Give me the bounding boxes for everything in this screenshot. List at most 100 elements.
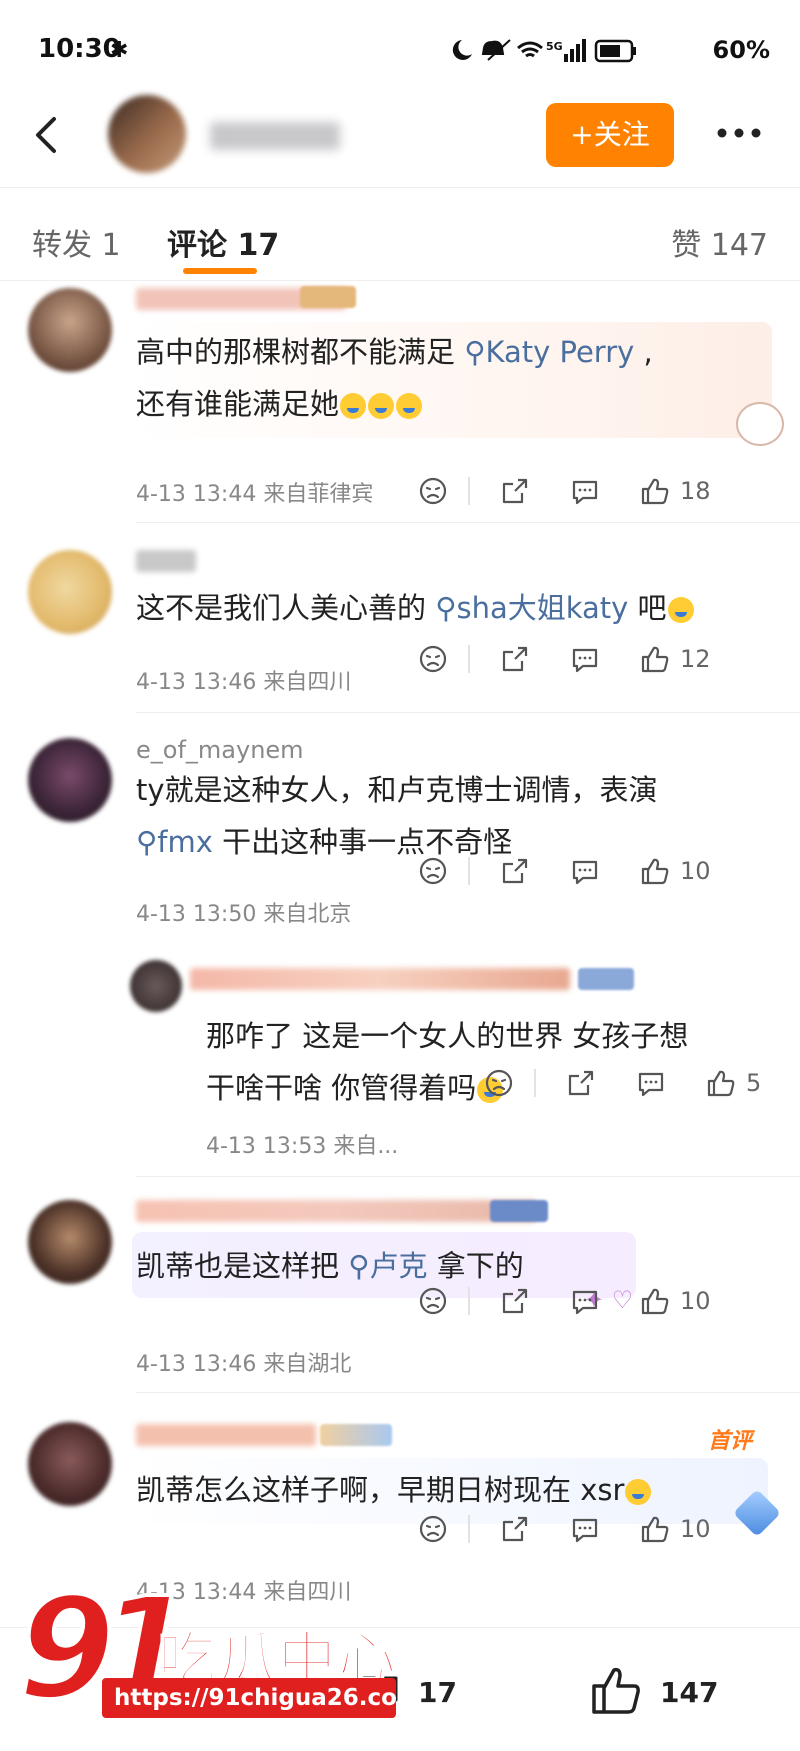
like-icon[interactable] [706, 1068, 736, 1098]
author-name[interactable] [210, 122, 340, 150]
comment-divider [136, 712, 800, 713]
reply-icon[interactable] [570, 476, 600, 506]
comment-divider [136, 1176, 800, 1177]
comment-meta: 4-13 13:44 来自菲律宾 [136, 482, 374, 507]
reply-icon[interactable] [570, 856, 600, 886]
dislike-icon[interactable] [484, 1068, 514, 1098]
comment-text-part: 凯蒂怎么这样子啊，早期日树现在 xsr [136, 1473, 625, 1507]
like-count[interactable]: 10 [680, 1287, 711, 1315]
comment-text-line2: ⚲fmx 干出这种事一点不奇怪 [136, 816, 512, 868]
comment-meta: 4-13 13:50 来自北京 [136, 902, 352, 927]
action-separator [468, 1515, 470, 1543]
comment-count[interactable]: 17 [418, 1676, 457, 1709]
tab-repost[interactable]: 转发 1 [32, 220, 121, 264]
topic-link[interactable]: ⚲fmx [136, 825, 213, 859]
like-icon[interactable] [640, 644, 670, 674]
decoration-sticker-icon [736, 402, 784, 446]
reply-icon[interactable] [636, 1068, 666, 1098]
author-avatar[interactable] [108, 95, 186, 173]
share-icon[interactable] [500, 856, 530, 886]
like-icon[interactable] [588, 1662, 644, 1718]
like-count[interactable]: 18 [680, 477, 711, 505]
action-separator [468, 1287, 470, 1315]
action-separator [468, 857, 470, 885]
fan-badge [578, 968, 634, 990]
more-icon[interactable] [714, 124, 764, 142]
comment-text-line2: 还有谁能满足她 [136, 378, 423, 430]
commenter-name-text[interactable]: e_of_maynem [136, 736, 304, 764]
comment-text: 凯蒂怎么这样子啊，早期日树现在 xsr [136, 1464, 652, 1516]
comment-divider [136, 1392, 800, 1393]
avatar[interactable] [130, 960, 182, 1012]
comment-text-part: 还有谁能满足她 [136, 387, 340, 421]
back-icon[interactable] [30, 115, 60, 155]
comment-text-part: 这不是我们人美心善的 [136, 591, 436, 625]
reply-icon[interactable] [570, 1286, 600, 1316]
dislike-icon[interactable] [418, 476, 448, 506]
commenter-name[interactable] [136, 550, 196, 572]
comment-text-part: 干啥干啥 你管得着吗 [206, 1071, 477, 1105]
comment-text: 凯蒂也是这样把 ⚲卢克 拿下的 [136, 1240, 524, 1292]
commenter-name[interactable] [136, 1200, 536, 1222]
comment-text-part: 那咋了 这是一个女人的世界 女孩子想 [206, 1019, 689, 1053]
tab-likes[interactable]: 赞 147 [671, 220, 768, 264]
topic-link[interactable]: ⚲sha大姐katy [435, 591, 628, 625]
dislike-icon[interactable] [418, 856, 448, 886]
like-count[interactable]: 10 [680, 857, 711, 885]
avatar[interactable] [28, 738, 112, 822]
like-icon[interactable] [640, 1286, 670, 1316]
fan-badge [490, 1200, 548, 1222]
share-icon[interactable] [500, 1286, 530, 1316]
reply-icon[interactable] [570, 644, 600, 674]
topic-link[interactable]: ⚲Katy Perry [464, 335, 634, 369]
share-icon[interactable] [500, 476, 530, 506]
like-count[interactable]: 147 [660, 1676, 718, 1709]
like-icon[interactable] [640, 476, 670, 506]
comment-text-line2: 干啥干啥 你管得着吗 [206, 1062, 504, 1114]
share-icon[interactable] [566, 1068, 596, 1098]
comment-text-part: 拿下的 [427, 1249, 524, 1283]
like-count[interactable]: 12 [680, 645, 711, 673]
follow-button[interactable]: +关注 [546, 103, 674, 167]
topic-link[interactable]: ⚲卢克 [348, 1249, 427, 1283]
status-time: 10:30 [38, 34, 121, 64]
comment-meta: 4-13 13:46 来自四川 [136, 670, 352, 695]
fan-badge [320, 1424, 392, 1446]
tab-active-indicator [183, 268, 257, 274]
like-count[interactable]: 5 [746, 1069, 761, 1097]
fan-badge [300, 286, 356, 308]
share-icon[interactable] [500, 1514, 530, 1544]
comment-divider [136, 522, 800, 523]
bluetooth-icon: ✱ [110, 38, 129, 63]
avatar[interactable] [28, 288, 112, 372]
commenter-name[interactable] [190, 968, 570, 990]
dislike-icon[interactable] [418, 644, 448, 674]
reply-icon[interactable] [570, 1514, 600, 1544]
tab-comments[interactable]: 评论 17 [167, 220, 279, 264]
commenter-name[interactable] [136, 1424, 316, 1446]
like-icon[interactable] [640, 856, 670, 886]
comment-text: 高中的那棵树都不能满足 ⚲Katy Perry , [136, 326, 653, 378]
dislike-icon[interactable] [418, 1286, 448, 1316]
topic-name[interactable]: fmx [157, 825, 213, 859]
comment-item: e_of_maynem ty就是这种女人，和卢克博士调情，表演 ⚲fmx 干出这… [0, 728, 800, 936]
commenter-name[interactable]: e_of_maynem [136, 736, 304, 764]
battery-percent: 60% [712, 36, 770, 64]
topic-name[interactable]: Katy Perry [485, 335, 634, 369]
comment-meta: 4-13 13:53 来自... [206, 1134, 399, 1159]
like-count[interactable]: 10 [680, 1515, 711, 1543]
laugh-cry-emoji-icon [340, 393, 367, 419]
avatar[interactable] [28, 550, 112, 634]
topic-name[interactable]: 卢克 [369, 1249, 427, 1283]
like-icon[interactable] [640, 1514, 670, 1544]
comment-text-part: 干出这种事一点不奇怪 [212, 825, 513, 859]
reply-item: 那咋了 这是一个女人的世界 女孩子想 干啥干啥 你管得着吗 4-13 13:53… [0, 940, 800, 1162]
status-icons: 5G [448, 36, 638, 64]
avatar[interactable] [28, 1200, 112, 1284]
comment-text-part: ty就是这种女人，和卢克博士调情，表演 [136, 773, 658, 807]
topic-name[interactable]: sha大姐katy [456, 591, 628, 625]
avatar[interactable] [28, 1422, 112, 1506]
comment-text-part: 高中的那棵树都不能满足 [136, 335, 465, 369]
dislike-icon[interactable] [418, 1514, 448, 1544]
share-icon[interactable] [500, 644, 530, 674]
